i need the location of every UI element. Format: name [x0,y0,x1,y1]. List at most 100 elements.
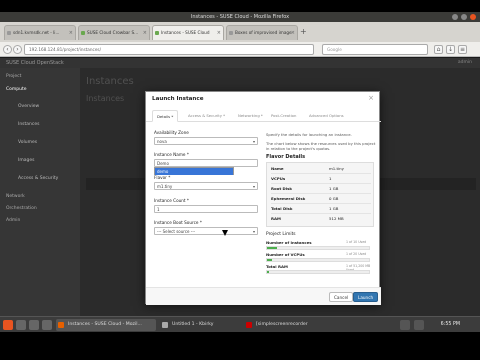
limit-label: Number of Instances [266,240,312,245]
modal-tabs: Details * Access & Security * Networking… [146,110,381,122]
tab-details[interactable]: Details * [152,110,179,122]
web-page: SUSE Cloud OpenStack admin Project Compu… [0,58,480,316]
flavor-details-title: Flavor Details [266,154,306,160]
table-row: Name m1.tiny [271,164,371,174]
instance-count-value: 1 [157,207,160,212]
tab-networking[interactable]: Networking * [238,113,263,118]
tab-favicon [155,31,159,35]
start-menu-icon[interactable] [3,320,13,330]
tab-label: SUSE Cloud Crowbar S... [87,30,139,35]
sidebar-item-instances[interactable]: Instances [0,122,80,127]
flavor-key: VCPUs [271,176,286,181]
browser-tab-1[interactable]: sdn1.kvmsdk.net - li... × [4,25,76,40]
table-row: Ephemeral Disk 0 GB [271,194,371,204]
letterbox-bottom [0,332,480,360]
availability-zone-select[interactable]: nova ▾ [154,137,258,145]
browser-tab-2[interactable]: SUSE Cloud Crowbar S... × [78,25,150,40]
firefox-icon [58,322,64,328]
task-recorder[interactable]: [simplescreenrecorder [244,319,334,331]
limit-progress-bar [266,270,370,274]
task-firefox[interactable]: Instances - SUSE Cloud - Mozil... [56,319,156,331]
flavor-key: Name [271,166,284,171]
search-input[interactable]: Google [322,44,428,55]
taskbar: Instances - SUSE Cloud - Mozil... Untitl… [0,316,480,332]
flavor-value: m1.tiny [329,166,344,171]
modal-title: Launch Instance [152,96,204,102]
launcher-icon[interactable] [29,320,39,330]
task-label: [simplescreenrecorder [256,322,308,327]
new-tab-icon[interactable]: + [300,27,307,36]
flavor-key: Total Disk [271,206,293,211]
launch-button[interactable]: Launch [353,292,379,302]
sidebar-item-overview[interactable]: Overview [0,104,80,109]
instance-count-input[interactable]: 1 [154,205,258,213]
tab-access-security[interactable]: Access & Security * [188,113,225,118]
table-row: RAM 512 MB [271,214,371,224]
tab-advanced-options[interactable]: Advanced Options [309,113,344,118]
tab-post-creation[interactable]: Post-Creation [271,113,296,118]
close-tab-icon[interactable]: × [291,26,295,40]
instance-name-value: Demo [157,161,169,166]
search-placeholder: Google [327,47,342,52]
flavor-value: 1 GB [329,206,339,211]
tab-label: Instances - SUSE Cloud [161,30,210,35]
limit-label: Number of VCPUs [266,252,305,257]
launcher-icon[interactable] [42,320,52,330]
cancel-button[interactable]: Cancel [329,292,354,302]
browser-tab-4[interactable]: Boxes of improvised image × [226,25,298,40]
limit-progress-bar [266,246,370,250]
launcher-icon[interactable] [16,320,26,330]
sidebar: Project Compute Overview Instances Volum… [0,68,80,316]
instance-count-label: Instance Count * [154,198,190,203]
browser-tabstrip: sdn1.kvmsdk.net - li... × SUSE Cloud Cro… [0,22,480,42]
close-icon[interactable]: × [368,94,374,102]
instance-name-label: Instance Name * [154,152,189,157]
flavor-value: 512 MB [329,216,344,221]
flavor-details-table: Name m1.tiny VCPUs 1 Root Disk 1 GB Ephe… [266,162,374,227]
availability-zone-value: nova [157,139,167,144]
boot-source-value: --- Select source --- [157,229,196,234]
close-tab-icon[interactable]: × [217,26,221,40]
sidebar-item-compute[interactable]: Compute [0,87,80,92]
autocomplete-option[interactable]: demo [155,168,233,175]
flavor-key: Ephemeral Disk [271,196,306,201]
back-icon[interactable]: ‹ [3,45,12,54]
volume-icon[interactable] [414,320,424,330]
hint-text: Specify the details for launching an ins… [266,132,352,137]
task-editor[interactable]: Untitled 1 - Kbirky [160,319,240,331]
clock[interactable]: 6:55 PM [441,319,460,331]
url-text: 192.168.124.81/project/instances/ [29,47,101,52]
tab-favicon [7,31,11,35]
user-menu[interactable]: admin [458,58,472,68]
chevron-down-icon: ▾ [252,184,255,189]
minimize-icon[interactable] [452,14,458,20]
close-tab-icon[interactable]: × [69,26,73,40]
sidebar-item-project[interactable]: Project [0,74,80,79]
screen: Instances - SUSE Cloud - Mozilla Firefox… [0,0,480,360]
sidebar-item-admin[interactable]: Admin [0,218,80,223]
close-window-icon[interactable] [470,14,476,20]
autocomplete-dropdown[interactable]: demo [154,167,234,175]
downloads-icon[interactable]: ↓ [446,45,455,54]
sidebar-item-orchestration[interactable]: Orchestration [0,206,80,211]
limit-used: 1 of 10 Used [346,240,367,244]
tab-favicon [81,31,85,35]
flavor-value: 1 [329,176,332,181]
boot-source-select[interactable]: --- Select source --- ▾ [154,227,258,235]
sidebar-item-images[interactable]: Images [0,158,80,163]
sidebar-item-network[interactable]: Network [0,194,80,199]
network-icon[interactable] [400,320,410,330]
home-icon[interactable]: ⌂ [434,45,443,54]
task-label: Untitled 1 - Kbirky [172,322,214,327]
maximize-icon[interactable] [461,14,467,20]
instance-name-input[interactable]: Demo [154,159,258,167]
sidebar-item-access-security[interactable]: Access & Security [0,176,80,181]
menu-icon[interactable]: ≡ [458,45,467,54]
url-bar[interactable]: 192.168.124.81/project/instances/ [24,44,314,55]
close-tab-icon[interactable]: × [143,26,147,40]
flavor-select[interactable]: m1.tiny ▾ [154,182,258,190]
forward-icon[interactable]: › [13,45,22,54]
flavor-value: 1 GB [329,186,339,191]
sidebar-item-volumes[interactable]: Volumes [0,140,80,145]
browser-tab-3[interactable]: Instances - SUSE Cloud × [152,25,224,40]
